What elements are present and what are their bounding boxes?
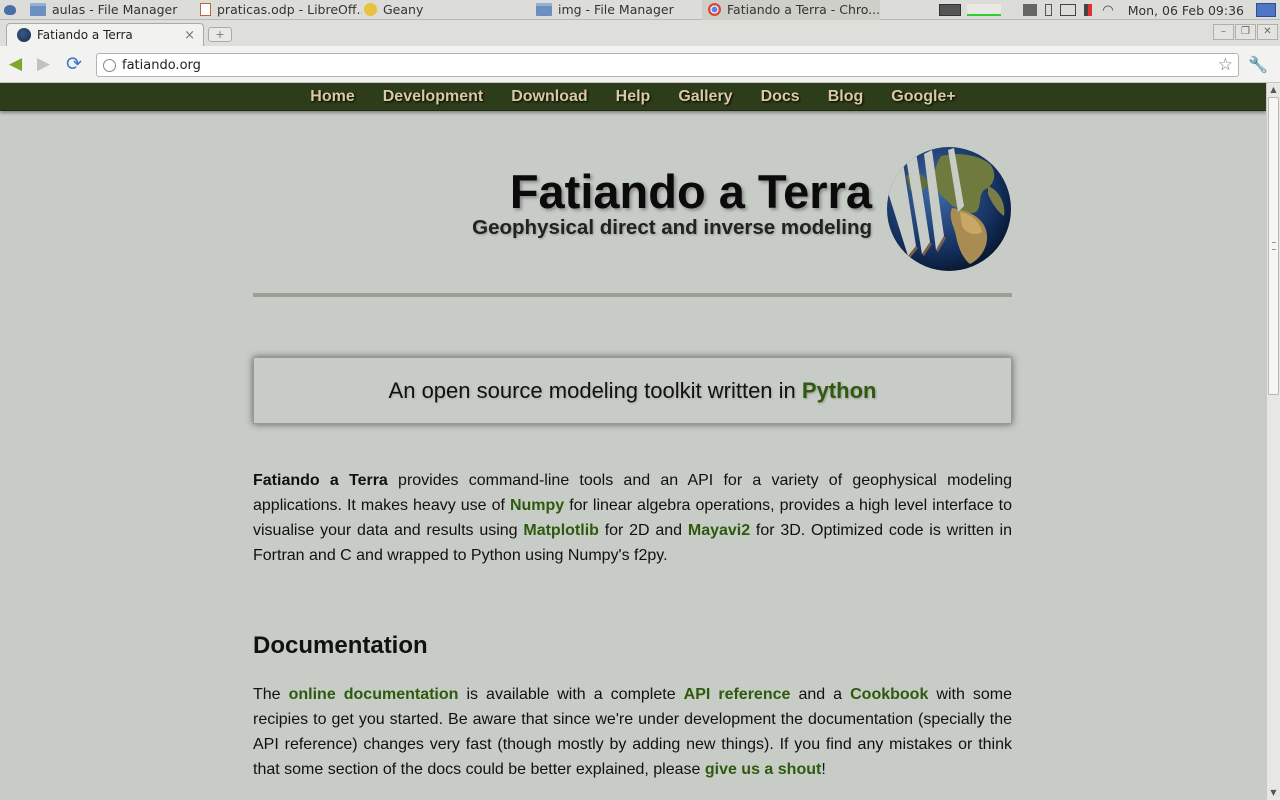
doc-text-1: The: [253, 686, 289, 703]
scroll-grip-icon: [1272, 242, 1276, 250]
cpu-monitor-icon: [967, 4, 1002, 16]
intro-paragraph: Fatiando a Terra provides command-line t…: [253, 468, 1012, 568]
system-tray: ◠ Mon, 06 Feb 09:36: [939, 0, 1280, 20]
taskbar-item-geany[interactable]: Geany: [362, 0, 530, 20]
tab-title: Fatiando a Terra: [37, 28, 133, 42]
numpy-link[interactable]: Numpy: [510, 497, 564, 514]
taskbar-item-label: Fatiando a Terra - Chro...: [727, 2, 880, 17]
nav-home[interactable]: Home: [310, 88, 354, 106]
reload-button[interactable]: ⟳: [66, 55, 82, 74]
nav-download[interactable]: Download: [511, 88, 587, 106]
scroll-down-arrow-icon[interactable]: ▼: [1267, 786, 1280, 800]
site-title: Fatiando a Terra: [509, 165, 872, 218]
globe-icon: [103, 58, 116, 72]
nav-docs[interactable]: Docs: [761, 88, 800, 106]
mail-icon[interactable]: [1060, 4, 1077, 16]
site-navigation: Home Development Download Help Gallery D…: [0, 83, 1266, 111]
wrench-menu-icon[interactable]: 🔧: [1248, 55, 1268, 74]
notes-icon[interactable]: [1023, 4, 1038, 16]
cookbook-link[interactable]: Cookbook: [850, 686, 928, 703]
main-content: Fatiando a Terra Geophysical direct and …: [253, 111, 1012, 778]
doc-text-2: is available with a complete: [458, 686, 684, 703]
nav-development[interactable]: Development: [383, 88, 483, 106]
app-menu-button[interactable]: [0, 0, 22, 20]
tab-close-icon[interactable]: ×: [184, 28, 195, 43]
address-bar[interactable]: fatiando.org ☆: [96, 53, 1239, 77]
intro-text-3: for 2D and: [598, 522, 688, 539]
page-viewport: Home Development Download Help Gallery D…: [0, 83, 1266, 800]
taskbar-item-aulas[interactable]: aulas - File Manager: [22, 0, 192, 20]
nav-googleplus[interactable]: Google+: [891, 88, 955, 106]
document-icon: [200, 3, 211, 16]
site-subtitle: Geophysical direct and inverse modeling: [472, 216, 872, 239]
back-button[interactable]: ◀: [9, 55, 22, 73]
api-reference-link[interactable]: API reference: [684, 686, 791, 703]
favicon-icon: [17, 28, 31, 42]
folder-icon: [536, 3, 552, 16]
site-header: Fatiando a Terra Geophysical direct and …: [253, 111, 1012, 297]
url-text[interactable]: fatiando.org: [122, 58, 201, 73]
bookmark-star-icon[interactable]: ☆: [1218, 55, 1233, 75]
geany-icon: [364, 3, 377, 16]
taskbar-item-img[interactable]: img - File Manager: [530, 0, 702, 20]
workspace-switcher[interactable]: [939, 4, 962, 16]
scroll-up-arrow-icon[interactable]: ▲: [1267, 83, 1280, 97]
mayavi2-link[interactable]: Mayavi2: [688, 522, 750, 539]
chrome-icon: [708, 3, 721, 16]
online-documentation-link[interactable]: online documentation: [289, 686, 459, 703]
taskbar-item-chrome[interactable]: Fatiando a Terra - Chro...: [702, 0, 880, 20]
minimize-button[interactable]: –: [1213, 24, 1234, 40]
taskbar-item-label: praticas.odp - LibreOff...: [217, 2, 362, 17]
matplotlib-link[interactable]: Matplotlib: [523, 522, 599, 539]
forward-button[interactable]: ▶: [37, 55, 50, 73]
nav-help[interactable]: Help: [616, 88, 651, 106]
new-tab-button[interactable]: +: [208, 27, 232, 42]
taskbar-item-praticas[interactable]: praticas.odp - LibreOff...: [192, 0, 362, 20]
doc-text-3: and a: [790, 686, 851, 703]
tab-strip: Fatiando a Terra × + – ❐ ✕: [0, 20, 1280, 46]
close-window-button[interactable]: ✕: [1257, 24, 1278, 40]
clock[interactable]: Mon, 06 Feb 09:36: [1128, 3, 1244, 18]
tab-fatiando[interactable]: Fatiando a Terra ×: [6, 23, 204, 46]
documentation-paragraph: The online documentation is available wi…: [253, 682, 1012, 782]
taskbar-item-label: aulas - File Manager: [52, 2, 178, 17]
nav-blog[interactable]: Blog: [828, 88, 864, 106]
taskbar-item-label: Geany: [383, 2, 424, 17]
browser-toolbar: ◀ ▶ ⟳ fatiando.org ☆ 🔧: [0, 46, 1280, 83]
nav-gallery[interactable]: Gallery: [678, 88, 732, 106]
tagline-prefix: An open source modeling toolkit written …: [388, 377, 802, 403]
mouse-logo-icon: [4, 4, 16, 15]
taskbar-item-label: img - File Manager: [558, 2, 674, 17]
documentation-heading: Documentation: [253, 632, 428, 659]
os-taskbar: aulas - File Manager praticas.odp - Libr…: [0, 0, 1280, 20]
give-us-a-shout-link[interactable]: give us a shout: [705, 761, 821, 778]
scroll-thumb[interactable]: [1268, 97, 1279, 395]
intro-bold-name: Fatiando a Terra: [253, 472, 388, 489]
header-divider: [253, 293, 1012, 297]
show-desktop-icon[interactable]: [1256, 3, 1276, 17]
battery-icon[interactable]: [1045, 4, 1053, 16]
python-link[interactable]: Python: [802, 378, 877, 403]
tagline-text: An open source modeling toolkit written …: [389, 378, 877, 404]
volume-muted-icon[interactable]: [1084, 4, 1093, 16]
tagline-box: An open source modeling toolkit written …: [253, 357, 1012, 424]
earth-logo-icon[interactable]: [886, 146, 1012, 272]
maximize-button[interactable]: ❐: [1235, 24, 1256, 40]
doc-text-5: !: [821, 761, 826, 778]
vertical-scrollbar[interactable]: ▲ ▼: [1266, 83, 1280, 800]
wifi-icon[interactable]: ◠: [1102, 3, 1113, 18]
folder-icon: [30, 3, 46, 16]
